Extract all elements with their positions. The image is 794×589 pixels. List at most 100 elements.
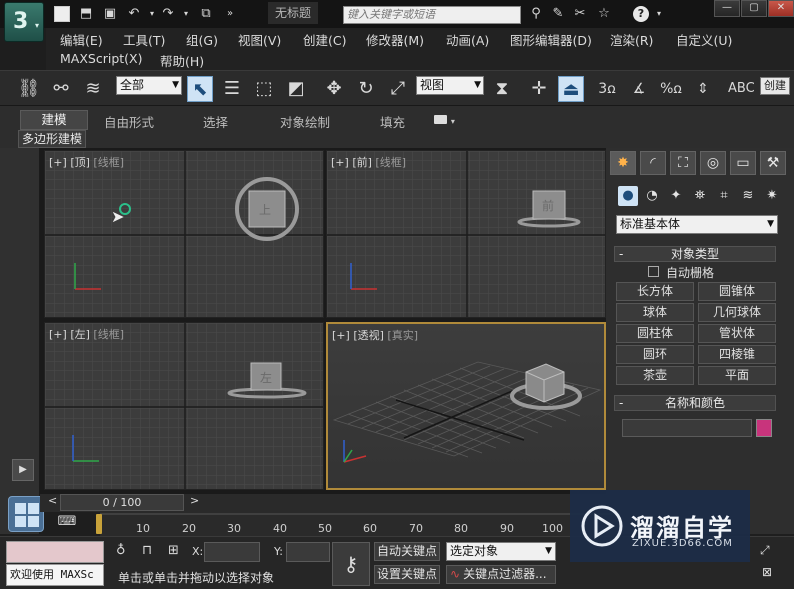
expand-toolbar-icon[interactable]: » [222,6,238,22]
space-warps-icon[interactable]: ≋ [738,186,758,206]
ribbon-tab-modeling[interactable]: 建模 [20,110,88,130]
motion-panel-tab-icon[interactable]: ◎ [700,151,726,175]
pyramid-button[interactable]: 四棱锥 [698,345,776,364]
quick-access-open-icon[interactable]: ⬒ [78,6,94,22]
ribbon-tab-object-paint[interactable]: 对象绘制 [280,112,330,131]
angle-snap-icon[interactable]: ∡ [626,76,652,102]
object-type-rollout-header[interactable]: - 对象类型 [614,246,776,262]
menu-modifiers[interactable]: 修改器(M) [366,30,424,49]
lights-icon[interactable]: ✦ [666,186,686,206]
expand-arrow-icon[interactable]: ▶ [12,459,34,481]
ribbon-subtab-polygon-modeling[interactable]: 多边形建模 [18,130,86,148]
maxscript-listener-white[interactable]: 欢迎使用 MAXSc [6,564,104,586]
select-and-scale-icon[interactable]: ⤢ [385,76,411,102]
bind-to-space-warp-icon[interactable]: ≋ [80,76,106,102]
select-and-move-icon[interactable]: ✥ [321,76,347,102]
spinner-snap-icon[interactable]: ⇕ [690,76,716,102]
auto-key-button[interactable]: 自动关键点 [374,542,440,561]
select-by-name-icon[interactable]: ☰ [219,76,245,102]
menu-rendering[interactable]: 渲染(R) [610,30,653,49]
viewport-layout-button[interactable] [8,496,44,532]
menu-graph-editors[interactable]: 图形编辑器(D) [510,30,592,49]
quick-access-save-icon[interactable]: ▣ [102,6,118,22]
lock-selection-icon[interactable]: ⊓ [142,543,152,558]
viewport-pov-menu[interactable]: [透视] [353,329,384,342]
viewport-front[interactable]: 前 [+] [前] [线框] [326,150,606,318]
ribbon-options-button[interactable]: ▾ [434,113,456,126]
viewport-top[interactable]: 上 ➤ [+] [顶] [线框] [44,150,324,318]
viewport-pov-menu[interactable]: [左] [70,328,90,341]
set-key-mode-button[interactable]: ⚷ [332,542,370,586]
unlink-selection-icon[interactable]: ⚯ [48,76,74,102]
ribbon-tab-freeform[interactable]: 自由形式 [104,112,154,131]
application-menu-button[interactable]: 3 ▾ [4,2,44,42]
object-name-input[interactable] [622,419,752,437]
binoculars-icon[interactable]: ⚲ [528,6,544,22]
viewport-shading-menu[interactable]: [线框] [375,156,406,169]
box-button[interactable]: 长方体 [616,282,694,301]
viewport-pov-menu[interactable]: [前] [352,156,372,169]
close-button[interactable]: ✕ [768,0,794,17]
viewport-plus-menu[interactable]: [+] [49,156,67,169]
menu-views[interactable]: 视图(V) [238,30,281,49]
subscription-icon[interactable]: ✎ [550,6,566,22]
cameras-icon[interactable]: ⛯ [690,186,710,206]
menu-customize[interactable]: 自定义(U) [676,30,732,49]
selection-filter-dropdown[interactable]: 全部 ▼ [116,76,182,95]
viewport-shading-menu[interactable]: [线框] [93,328,124,341]
absolute-mode-icon[interactable]: ⊞ [168,543,179,558]
pivot-center-icon[interactable]: ⧗ [489,76,515,102]
select-object-icon[interactable]: ⬉ [187,76,213,102]
viewport-left[interactable]: 左 [+] [左] [线框] [44,322,324,490]
viewport-perspective[interactable]: [+] [透视] [真实] [326,322,606,490]
minimize-button[interactable]: — [714,0,740,17]
set-key-button[interactable]: 设置关键点 [374,565,440,584]
geometry-icon[interactable]: ● [618,186,638,206]
display-panel-tab-icon[interactable]: ▭ [730,151,756,175]
select-manipulate-icon[interactable]: ✛ [526,76,552,102]
object-color-swatch[interactable] [756,419,772,437]
viewport-shading-menu[interactable]: [真实] [387,329,418,342]
rectangular-selection-icon[interactable]: ⬚ [251,76,277,102]
viewport-plus-menu[interactable]: [+] [49,328,67,341]
geosphere-button[interactable]: 几何球体 [698,303,776,322]
viewport-pov-menu[interactable]: [顶] [70,156,90,169]
percent-snap-icon[interactable]: %ꭥ [658,76,684,102]
viewport-label-top[interactable]: [+] [顶] [线框] [49,154,124,170]
menu-edit[interactable]: 编辑(E) [60,30,103,49]
ribbon-tab-populate[interactable]: 填充 [380,112,405,131]
undo-dropdown-icon[interactable]: ▾ [144,6,160,22]
previous-frame-icon[interactable]: < [48,494,57,507]
teapot-button[interactable]: 茶壶 [616,366,694,385]
plane-button[interactable]: 平面 [698,366,776,385]
viewport-label-front[interactable]: [+] [前] [线框] [331,154,406,170]
ribbon-tab-selection[interactable]: 选择 [203,112,228,131]
reference-coordinate-dropdown[interactable]: 视图 ▼ [416,76,484,95]
menu-help[interactable]: 帮助(H) [160,51,204,70]
menu-animation[interactable]: 动画(A) [446,30,489,49]
menu-group[interactable]: 组(G) [186,30,218,49]
menu-create[interactable]: 创建(C) [303,30,346,49]
key-filters-button[interactable]: ∿ 关键点过滤器... [446,565,556,584]
zoom-extents-icon[interactable]: ⤢ [760,543,770,558]
shapes-icon[interactable]: ◔ [642,186,662,206]
select-and-rotate-icon[interactable]: ↻ [353,76,379,102]
lightbulb-icon[interactable]: ♁ [116,543,126,558]
favorites-star-icon[interactable]: ☆ [596,6,612,22]
sphere-button[interactable]: 球体 [616,303,694,322]
primitive-type-dropdown[interactable]: 标准基本体 ▼ [616,215,778,234]
redo-dropdown-icon[interactable]: ▾ [178,6,194,22]
cylinder-button[interactable]: 圆柱体 [616,324,694,343]
name-color-rollout-header[interactable]: - 名称和颜色 [614,395,776,411]
help-icon[interactable]: ? [633,6,649,22]
x-coordinate-input[interactable] [204,542,260,562]
systems-icon[interactable]: ✷ [762,186,782,206]
viewport-label-left[interactable]: [+] [左] [线框] [49,326,124,342]
time-slider-thumb[interactable]: 0 / 100 [60,494,184,511]
undo-icon[interactable]: ↶ [126,6,142,22]
select-and-link-icon[interactable]: ⛓ [16,76,42,102]
snaps-toggle-icon[interactable]: 3ꭥ [594,76,620,102]
edit-named-selection-icon[interactable]: ABC [728,76,755,102]
window-crossing-icon[interactable]: ◩ [283,76,309,102]
utilities-panel-tab-icon[interactable]: ⚒ [760,151,786,175]
